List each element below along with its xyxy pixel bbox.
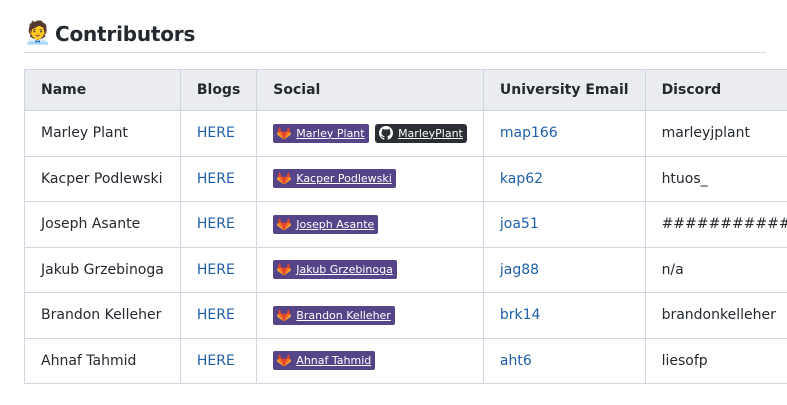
contributors-table: Name Blogs Social University Email Disco…	[24, 69, 787, 384]
gitlab-badge[interactable]: Ahnaf Tahmid	[273, 351, 376, 371]
blog-cell: HERE	[179, 292, 258, 339]
gitlab-badge-label: Marley Plant	[296, 126, 365, 140]
discord-handle: brandonkelleher	[644, 292, 787, 339]
column-header-university-email: University Email	[482, 69, 646, 111]
table-row: Jakub Grzebinoga HERE Jakub Grzebinoga jag…	[24, 246, 787, 293]
column-header-name: Name	[24, 69, 181, 111]
github-icon	[379, 126, 394, 140]
github-badge-label: MarleyPlant	[398, 126, 463, 140]
github-badge[interactable]: MarleyPlant	[375, 123, 467, 143]
table-row: Joseph Asante HERE Joseph Asante joa51 ####…	[24, 201, 787, 248]
contributor-name: Brandon Kelleher	[24, 292, 181, 339]
social-cell: Joseph Asante	[256, 201, 484, 248]
university-email-link[interactable]: map166	[500, 125, 558, 141]
gitlab-icon	[277, 263, 292, 276]
email-cell: aht6	[482, 337, 646, 384]
blog-link[interactable]: HERE	[197, 307, 235, 323]
gitlab-badge[interactable]: Jakub Grzebinoga	[273, 260, 397, 280]
gitlab-icon	[277, 126, 292, 140]
gitlab-badge[interactable]: Kacper Podlewski	[273, 169, 396, 189]
blog-cell: HERE	[179, 337, 258, 384]
table-row: Brandon Kelleher HERE Brandon Kelleher brk…	[24, 292, 787, 339]
gitlab-badge-label: Ahnaf Tahmid	[296, 354, 372, 368]
social-cell: Brandon Kelleher	[256, 292, 484, 339]
contributor-name: Jakub Grzebinoga	[24, 246, 181, 293]
discord-handle: htuos_	[644, 155, 787, 202]
discord-handle: liesofp	[644, 337, 787, 384]
discord-handle: ############	[644, 201, 787, 248]
email-cell: map166	[482, 110, 646, 157]
column-header-blogs: Blogs	[179, 69, 258, 111]
gitlab-badge[interactable]: Marley Plant	[273, 123, 369, 143]
email-cell: joa51	[482, 201, 646, 248]
social-cell: Ahnaf Tahmid	[256, 337, 484, 384]
university-email-link[interactable]: jag88	[500, 262, 539, 278]
social-cell: Marley Plant MarleyPlant	[256, 110, 484, 157]
office-worker-emoji-icon: 🧑‍💼	[24, 21, 52, 46]
gitlab-badge-label: Jakub Grzebinoga	[296, 263, 393, 277]
gitlab-icon	[277, 308, 292, 322]
university-email-link[interactable]: kap62	[500, 171, 543, 187]
blog-link[interactable]: HERE	[197, 216, 235, 232]
gitlab-badge[interactable]: Joseph Asante	[273, 214, 379, 234]
blog-cell: HERE	[179, 201, 258, 248]
contributor-name: Marley Plant	[24, 110, 181, 157]
blog-link[interactable]: HERE	[197, 171, 235, 187]
column-header-discord: Discord	[644, 69, 787, 111]
contributor-name: Ahnaf Tahmid	[24, 337, 181, 384]
gitlab-icon	[277, 354, 292, 367]
university-email-link[interactable]: brk14	[500, 307, 541, 323]
blog-link[interactable]: HERE	[197, 353, 235, 369]
gitlab-icon	[277, 172, 292, 185]
contributor-name: Kacper Podlewski	[24, 155, 181, 202]
blog-cell: HERE	[179, 155, 258, 202]
blog-link[interactable]: HERE	[197, 262, 235, 278]
column-header-social: Social	[256, 69, 484, 111]
email-cell: kap62	[482, 155, 646, 202]
gitlab-badge[interactable]: Brandon Kelleher	[273, 305, 395, 325]
social-cell: Kacper Podlewski	[256, 155, 484, 202]
gitlab-badge-label: Brandon Kelleher	[296, 308, 391, 322]
university-email-link[interactable]: aht6	[500, 353, 532, 369]
table-row: Ahnaf Tahmid HERE Ahnaf Tahmid aht6 liesofp	[24, 337, 787, 384]
discord-handle: marleyjplant	[644, 110, 787, 157]
blog-cell: HERE	[179, 246, 258, 293]
gitlab-icon	[277, 217, 292, 231]
email-cell: brk14	[482, 292, 646, 339]
gitlab-badge-label: Joseph Asante	[296, 217, 375, 231]
university-email-link[interactable]: joa51	[500, 216, 539, 232]
section-heading: 🧑‍💼 Contributors	[24, 20, 766, 53]
table-row: Kacper Podlewski HERE Kacper Podlewski kap…	[24, 155, 787, 202]
social-cell: Jakub Grzebinoga	[256, 246, 484, 293]
discord-handle: n/a	[644, 246, 787, 293]
gitlab-badge-label: Kacper Podlewski	[296, 172, 392, 186]
table-row: Marley Plant HERE Marley Plant MarleyPlan…	[24, 110, 787, 157]
blog-cell: HERE	[179, 110, 258, 157]
section-title: Contributors	[55, 22, 196, 46]
email-cell: jag88	[482, 246, 646, 293]
contributor-name: Joseph Asante	[24, 201, 181, 248]
blog-link[interactable]: HERE	[197, 125, 235, 141]
table-header-row: Name Blogs Social University Email Disco…	[24, 69, 787, 111]
